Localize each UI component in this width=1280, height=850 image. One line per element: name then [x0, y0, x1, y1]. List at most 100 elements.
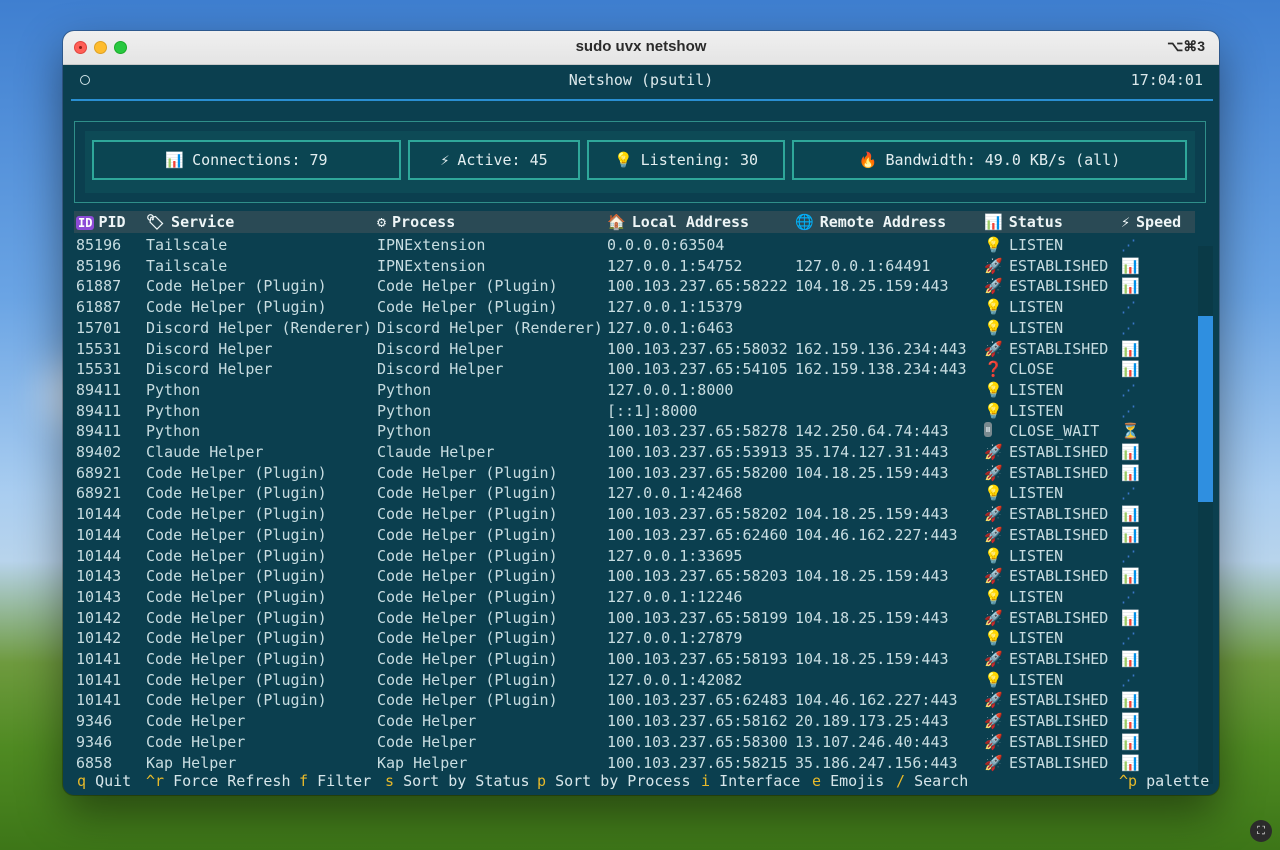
app-title: Netshow (psutil) [568, 71, 714, 89]
cell-service: Tailscale [146, 236, 228, 254]
footer-item-interface[interactable]: i Interface [701, 772, 800, 790]
footer-item-emojis[interactable]: e Emojis [812, 772, 884, 790]
cell-pid: 10143 [76, 567, 122, 586]
cell-remote: 162.159.138.234:443 [795, 360, 967, 379]
stat-connections: 📊 Connections: 79 [92, 140, 401, 180]
table-row[interactable]: 10144 Code Helper (Plugin) Code Helper (Pl… [74, 504, 1195, 525]
col-remote-address[interactable]: 🌐 Remote Address [795, 213, 946, 231]
table-row[interactable]: 68921 Code Helper (Plugin) Code Helper (Pl… [74, 463, 1195, 484]
footer-palette[interactable]: ^p palette [1119, 772, 1209, 790]
cell-process: Python [377, 422, 432, 441]
footer-item-sort-by-status[interactable]: s Sort by Status [385, 772, 530, 790]
cell-local: 100.103.237.65:58199 [607, 608, 788, 627]
table-row[interactable]: 15701 Discord Helper (Renderer) Discord He… [74, 318, 1195, 339]
table-row[interactable]: 10141 Code Helper (Plugin) Code Helper (Pl… [74, 670, 1195, 691]
footer-key: q [77, 772, 87, 790]
cell-remote: 35.174.127.31:443 [795, 443, 949, 461]
table-row[interactable]: 15531 Discord Helper Discord Helper 100.103… [74, 339, 1195, 360]
rocket-icon: 🚀 [984, 732, 1003, 751]
table-row[interactable]: 15531 Discord Helper Discord Helper 100.103… [74, 359, 1195, 380]
table-row[interactable]: 9346 Code Helper Code Helper 100.103.237.65… [74, 711, 1195, 732]
footer-item-sort-by-process[interactable]: p Sort by Process [537, 772, 691, 790]
footer-key: / [896, 772, 906, 790]
lightbulb-icon: 💡 [984, 401, 1003, 420]
col-process[interactable]: ⚙ Process [377, 213, 455, 231]
footer-item-search[interactable]: / Search [896, 772, 968, 790]
cell-pid: 85196 [76, 236, 122, 254]
table-row[interactable]: 9346 Code Helper Code Helper 100.103.237.65… [74, 732, 1195, 753]
stat-label: Bandwidth: 49.0 KB/s (all) [885, 151, 1121, 169]
cell-status: ESTABLISHED [1009, 525, 1109, 544]
lightbulb-icon: 💡 [984, 587, 1003, 606]
table-row[interactable]: 61887 Code Helper (Plugin) Code Helper (Pl… [74, 297, 1195, 318]
table-row[interactable]: 89411 Python Python 127.0.0.1:8000 💡 LISTEN ⋰ [74, 380, 1195, 401]
header-divider [71, 99, 1213, 101]
cell-service: Code Helper (Plugin) [146, 505, 327, 524]
table-row[interactable]: 89411 Python Python [::1]:8000 💡 LISTEN ⋰ [74, 401, 1195, 422]
cell-process: Code Helper [377, 712, 477, 731]
id-icon: ID [76, 216, 95, 230]
cell-status: LISTEN [1009, 587, 1064, 606]
footer-key: e [812, 772, 822, 790]
table-row[interactable]: 61887 Code Helper (Plugin) Code Helper (Pl… [74, 276, 1195, 297]
cell-service: Code Helper (Plugin) [146, 567, 327, 586]
flat-wave-icon: ⋰ [1121, 670, 1136, 689]
bar-chart-icon: 📊 [1121, 463, 1140, 482]
table-row[interactable]: 10141 Code Helper (Plugin) Code Helper (Pl… [74, 649, 1195, 670]
cell-status: LISTEN [1009, 236, 1064, 254]
footer-label: palette [1146, 772, 1210, 790]
table-row[interactable]: 68921 Code Helper (Plugin) Code Helper (Pl… [74, 483, 1195, 504]
footer-key: p [537, 772, 547, 790]
cell-local: 127.0.0.1:8000 [607, 380, 734, 399]
table-row[interactable]: 10142 Code Helper (Plugin) Code Helper (Pl… [74, 608, 1195, 629]
cell-local: 100.103.237.65:53913 [607, 443, 788, 461]
bar-chart-icon: 📊 [1121, 732, 1140, 751]
footer-key: i [701, 772, 711, 790]
stat-label: Listening: 30 [640, 151, 759, 169]
col-pid[interactable]: ID PID [76, 213, 126, 231]
rocket-icon: 🚀 [984, 608, 1003, 627]
table-row[interactable]: 85196 Tailscale IPNExtension 127.0.0.1:5475… [74, 256, 1195, 277]
table-row[interactable]: 10143 Code Helper (Plugin) Code Helper (Pl… [74, 587, 1195, 608]
scrollbar-thumb[interactable] [1198, 316, 1213, 502]
col-status[interactable]: 📊 Status [984, 213, 1063, 231]
cell-remote: 104.18.25.159:443 [795, 567, 949, 586]
cell-local: 100.103.237.65:54105 [607, 360, 788, 379]
col-speed[interactable]: ⚡ Speed [1121, 213, 1181, 231]
lightbulb-icon: 💡 [984, 318, 1003, 337]
cell-service: Code Helper (Plugin) [146, 546, 327, 565]
footer-key: ^r [146, 772, 165, 790]
cell-status: ESTABLISHED [1009, 277, 1109, 296]
screenshot-icon[interactable]: ⛶ [1250, 820, 1272, 842]
cell-process: Code Helper (Plugin) [377, 298, 558, 317]
cell-local: 100.103.237.65:58278 [607, 422, 788, 441]
col-remote-label: Remote Address [819, 213, 947, 231]
cell-service: Claude Helper [146, 443, 264, 461]
cell-remote: 13.107.246.40:443 [795, 732, 949, 751]
table-row[interactable]: 10144 Code Helper (Plugin) Code Helper (Pl… [74, 525, 1195, 546]
cell-process: Code Helper (Plugin) [377, 587, 558, 606]
flat-wave-icon: ⋰ [1121, 298, 1136, 317]
cell-local: 100.103.237.65:58162 [607, 712, 788, 731]
table-row[interactable]: 10144 Code Helper (Plugin) Code Helper (Pl… [74, 546, 1195, 567]
cell-status: LISTEN [1009, 670, 1064, 689]
scrollbar[interactable] [1198, 246, 1213, 784]
cell-local: 100.103.237.65:58200 [607, 463, 788, 482]
col-local-address[interactable]: 🏠 Local Address [607, 213, 749, 231]
col-service[interactable]: 🏷 Service [146, 213, 234, 231]
table-row[interactable]: 89411 Python Python 100.103.237.65:58278 142… [74, 421, 1195, 442]
lightning-icon: ⚡ [440, 151, 450, 169]
footer-item-filter[interactable]: f Filter [299, 772, 371, 790]
footer-item-quit[interactable]: q Quit [77, 772, 131, 790]
table-row[interactable]: 89402 Claude Helper Claude Helper 100.103.2… [74, 442, 1195, 463]
table-row[interactable]: 10142 Code Helper (Plugin) Code Helper (Pl… [74, 628, 1195, 649]
table-row[interactable]: 85196 Tailscale IPNExtension 0.0.0.0:63504 💡… [74, 235, 1195, 256]
cell-pid: 10142 [76, 629, 122, 648]
footer-item-force-refresh[interactable]: ^r Force Refresh [146, 772, 291, 790]
table-row[interactable]: 10141 Code Helper (Plugin) Code Helper (Pl… [74, 690, 1195, 711]
rocket-icon: 🚀 [984, 339, 1003, 358]
cell-service: Code Helper (Plugin) [146, 629, 327, 648]
rocket-icon: 🚀 [984, 256, 1003, 275]
cell-process: Discord Helper [377, 339, 504, 358]
table-row[interactable]: 10143 Code Helper (Plugin) Code Helper (Pl… [74, 566, 1195, 587]
